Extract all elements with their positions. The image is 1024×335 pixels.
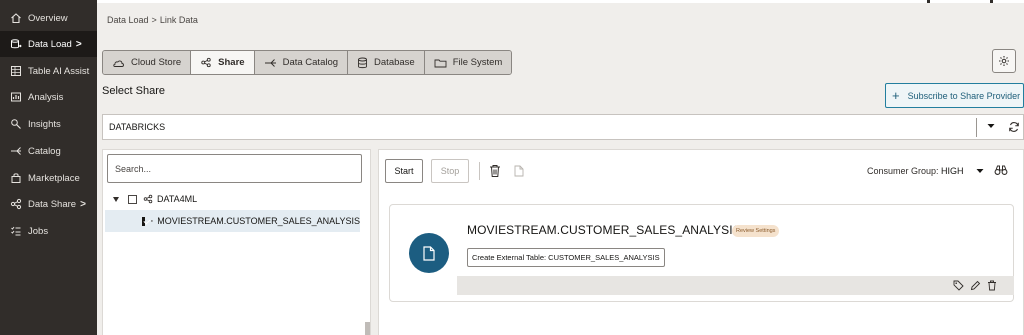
tab-file-system[interactable]: File System bbox=[424, 51, 512, 74]
sidebar-item-marketplace[interactable]: Marketplace bbox=[0, 165, 97, 191]
card-title: MOVIESTREAM.CUSTOMER_SALES_ANALYSIS bbox=[467, 223, 741, 237]
folder-icon bbox=[434, 59, 447, 67]
review-settings-badge[interactable]: Review Settings bbox=[732, 225, 780, 237]
file-badge bbox=[409, 233, 449, 273]
file-icon bbox=[423, 245, 435, 261]
tab-data-catalog[interactable]: Data Catalog bbox=[254, 51, 349, 74]
tree-item-data4ml[interactable]: DATA4ML bbox=[113, 188, 197, 210]
tab-label: Database bbox=[374, 57, 415, 68]
tab-label: File System bbox=[452, 57, 503, 68]
select-divider bbox=[976, 118, 977, 137]
scrollbar-thumb[interactable] bbox=[365, 322, 370, 335]
sidebar-item-label: Catalog bbox=[28, 145, 61, 157]
tab-cloud-store[interactable]: Cloud Store bbox=[103, 51, 192, 74]
create-external-table-field[interactable]: Create External Table: CUSTOMER_SALES_AN… bbox=[467, 248, 665, 267]
home-icon bbox=[11, 13, 21, 24]
load-job-card: MOVIESTREAM.CUSTOMER_SALES_ANALYSIS Revi… bbox=[389, 204, 1014, 302]
subscribe-label: Subscribe to Share Provider bbox=[907, 90, 1021, 101]
tab-database[interactable]: Database bbox=[348, 51, 425, 74]
sidebar-item-label: Data Load bbox=[28, 38, 72, 50]
sidebar-item-label: Marketplace bbox=[28, 172, 80, 184]
plus-icon: + bbox=[892, 88, 900, 103]
load-jobs-panel: Start Stop Consumer Group: HIGH MOVIESTR… bbox=[378, 149, 1024, 335]
database-icon bbox=[358, 57, 367, 68]
sidebar-item-jobs[interactable]: Jobs bbox=[0, 218, 97, 244]
tab-share[interactable]: Share bbox=[191, 51, 255, 74]
share-tree-panel: Search... DATA4ML MOVIESTREAM.CUSTOMER_S… bbox=[102, 149, 371, 335]
table-icon bbox=[151, 220, 154, 222]
share-icon bbox=[201, 57, 211, 68]
caret-down-icon[interactable] bbox=[987, 123, 995, 129]
share-icon bbox=[143, 194, 153, 204]
document-icon[interactable] bbox=[514, 165, 524, 177]
edit-icon[interactable] bbox=[970, 280, 981, 291]
trash-icon[interactable] bbox=[987, 280, 997, 291]
main-content: Data Load > Link Data Cloud Store Share Da… bbox=[97, 3, 1024, 335]
refresh-icon[interactable] bbox=[1008, 121, 1020, 133]
sidebar-item-overview[interactable]: Overview bbox=[0, 5, 97, 31]
sidebar-item-data-share[interactable]: Data Share > bbox=[0, 191, 97, 217]
sidebar-item-analysis[interactable]: Analysis bbox=[0, 84, 97, 110]
trash-icon[interactable] bbox=[489, 164, 501, 178]
tree-item-label: DATA4ML bbox=[157, 194, 198, 204]
catalog-icon bbox=[11, 147, 21, 155]
breadcrumb-current: Link Data bbox=[159, 15, 198, 25]
stop-button[interactable]: Stop bbox=[431, 159, 469, 183]
sidebar-item-label: Table AI Assist bbox=[28, 65, 90, 77]
jobs-icon bbox=[11, 226, 21, 236]
sidebar-item-label: Jobs bbox=[28, 225, 49, 237]
sidebar-item-data-load[interactable]: Data Load > bbox=[0, 31, 97, 57]
analysis-icon bbox=[11, 92, 21, 102]
tree-item-customer-sales-analysis[interactable]: MOVIESTREAM.CUSTOMER_SALES_ANALYSIS bbox=[105, 210, 360, 232]
breadcrumb-link-data-load[interactable]: Data Load bbox=[107, 15, 149, 25]
insights-icon bbox=[11, 119, 21, 129]
settings-button[interactable] bbox=[992, 49, 1016, 73]
marketplace-icon bbox=[11, 173, 21, 183]
sidebar-item-label: Analysis bbox=[28, 91, 64, 103]
consumer-group-select[interactable]: HIGH bbox=[941, 166, 964, 176]
consumer-group-label: Consumer Group: bbox=[867, 166, 939, 176]
card-footer bbox=[457, 276, 1014, 295]
source-toolbar: Cloud Store Share Data Catalog Database … bbox=[102, 50, 513, 75]
tag-icon[interactable] bbox=[953, 280, 964, 291]
sidebar: Overview Data Load > Table AI Assist Ana… bbox=[0, 0, 97, 335]
gear-icon bbox=[999, 56, 1009, 66]
chevron-right-icon: > bbox=[80, 198, 86, 210]
tree-checkbox[interactable] bbox=[142, 216, 146, 226]
breadcrumb: Data Load > Link Data bbox=[107, 15, 198, 25]
share-provider-select[interactable]: DATABRICKS bbox=[102, 114, 1024, 140]
toolbar-divider bbox=[479, 162, 480, 180]
data-load-icon bbox=[11, 39, 22, 49]
sidebar-item-insights[interactable]: Insights bbox=[0, 111, 97, 137]
binoculars-icon[interactable] bbox=[994, 164, 1008, 176]
subscribe-to-share-provider-button[interactable]: + Subscribe to Share Provider bbox=[885, 83, 1024, 108]
catalog-icon bbox=[264, 58, 276, 67]
cloud-icon bbox=[113, 59, 124, 67]
tree-checkbox[interactable] bbox=[128, 194, 137, 204]
breadcrumb-separator: > bbox=[151, 15, 157, 25]
sidebar-item-catalog[interactable]: Catalog bbox=[0, 138, 97, 164]
expand-triangle-icon[interactable] bbox=[113, 196, 119, 202]
sidebar-item-table-ai-assist[interactable]: Table AI Assist bbox=[0, 58, 97, 84]
tab-label: Data Catalog bbox=[282, 57, 339, 68]
table-ai-icon bbox=[11, 66, 21, 76]
start-button[interactable]: Start bbox=[385, 159, 423, 183]
tab-label: Share bbox=[218, 57, 245, 68]
data-share-icon bbox=[10, 198, 22, 210]
sidebar-item-label: Data Share bbox=[28, 198, 77, 210]
search-input[interactable]: Search... bbox=[107, 154, 362, 183]
sidebar-item-label: Insights bbox=[28, 118, 61, 130]
caret-down-icon[interactable] bbox=[976, 168, 984, 174]
sidebar-item-label: Overview bbox=[28, 12, 68, 24]
chevron-right-icon: > bbox=[75, 38, 82, 50]
tab-label: Cloud Store bbox=[131, 57, 182, 68]
tree-item-label: MOVIESTREAM.CUSTOMER_SALES_ANALYSIS bbox=[157, 216, 360, 226]
section-title: Select Share bbox=[102, 85, 165, 97]
share-provider-value: DATABRICKS bbox=[109, 122, 166, 132]
